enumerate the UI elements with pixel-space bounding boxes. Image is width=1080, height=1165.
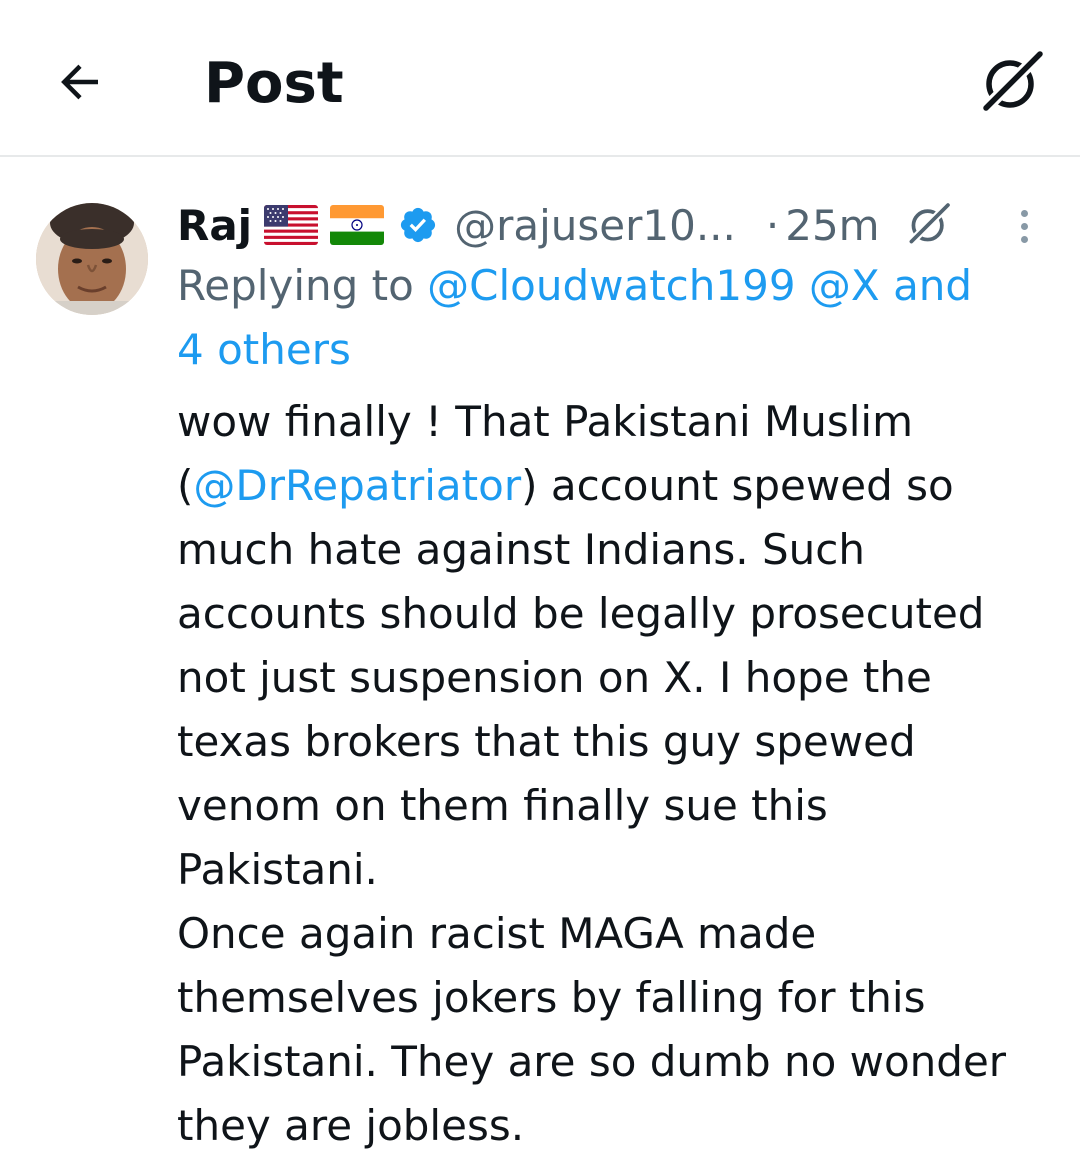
post-text-fragment: ) account spewed so: [521, 461, 954, 510]
author-name[interactable]: Raj: [177, 201, 252, 250]
paren-open: (: [177, 461, 194, 510]
grok-icon: [980, 48, 1046, 114]
post-text-line: Once again racist MAGA made: [177, 909, 817, 958]
mention-link[interactable]: @Cloudwatch199: [427, 261, 795, 310]
replying-prefix: Replying to: [177, 261, 414, 310]
verified-badge-icon[interactable]: [398, 205, 438, 245]
post-text-line: wow finally ! That Pakistani Muslim: [177, 397, 914, 446]
mention-link[interactable]: @DrRepatriator: [193, 461, 521, 510]
india-flag-icon: [330, 205, 385, 245]
post-text-line: accounts should be legally prosecuted: [177, 589, 985, 638]
post-text-line: themselves jokers by falling for this: [177, 973, 926, 1022]
post-text-line: (@DrRepatriator) account spewed so: [177, 454, 1057, 518]
page-title: Post: [204, 51, 344, 116]
avatar-photo-icon: [36, 203, 148, 315]
replying-and[interactable]: and: [893, 261, 972, 310]
post-time[interactable]: 25m: [785, 201, 879, 250]
grok-icon: [907, 201, 952, 246]
arrow-left-icon: [61, 64, 98, 100]
post-text-line: Pakistani. They are so dumb no wonder: [177, 1037, 1007, 1086]
separator-dot: ·: [765, 200, 780, 250]
more-dot: [1020, 222, 1028, 230]
more-dot: [1020, 209, 1028, 217]
back-button[interactable]: [48, 50, 112, 114]
author-handle[interactable]: @rajuser10...: [454, 201, 736, 250]
grok-post-button[interactable]: [903, 198, 955, 250]
post-text-line: they are jobless.: [177, 1101, 525, 1150]
post-text-line: texas brokers that this guy spewed: [177, 717, 916, 766]
replying-to: Replying to @Cloudwatch199 @X and 4 othe…: [177, 254, 1057, 382]
more-dot: [1020, 235, 1028, 243]
mention-link[interactable]: @X: [809, 261, 880, 310]
post-body: wow finally ! That Pakistani Muslim (@Dr…: [177, 390, 1057, 1158]
replying-others-link[interactable]: 4 others: [177, 325, 351, 374]
post-text-line: Pakistani.: [177, 845, 378, 894]
post-text-line: much hate against Indians. Such: [177, 525, 865, 574]
us-flag-icon: [264, 205, 319, 245]
post-text-line: venom on them finally sue this: [177, 781, 828, 830]
post-text-line: not just suspension on X. I hope the: [177, 653, 932, 702]
top-bar: Post: [0, 0, 1080, 157]
more-options-button[interactable]: [1006, 200, 1042, 252]
grok-button[interactable]: [972, 42, 1052, 122]
avatar[interactable]: [36, 203, 148, 315]
post-header: Raj @rajuser10... · 25m: [177, 193, 880, 257]
